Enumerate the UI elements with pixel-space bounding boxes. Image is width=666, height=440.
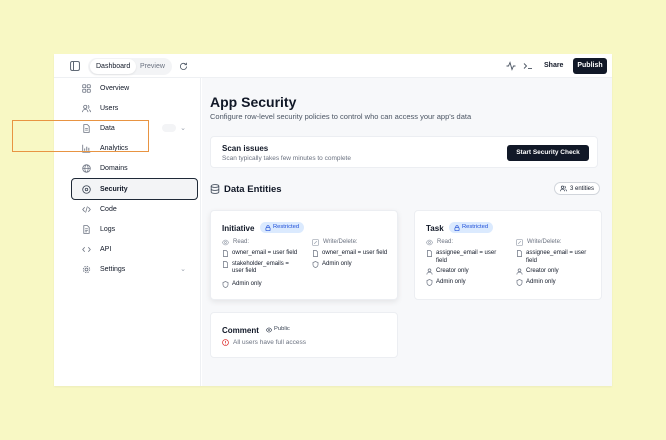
doc-icon: [516, 250, 523, 257]
alert-circle-icon: [222, 339, 229, 346]
users-icon: [81, 103, 91, 113]
chevron-down-icon[interactable]: ⌄: [180, 124, 186, 132]
shield-icon: [222, 280, 229, 288]
code-icon: [81, 204, 91, 214]
user-icon: [426, 268, 433, 275]
sidebar-item-api[interactable]: API: [68, 239, 196, 259]
lock-icon: [454, 224, 460, 231]
app-window: Dashboard Preview Share Publish Overview…: [54, 54, 612, 386]
eye-icon: [266, 327, 272, 333]
database-icon: [210, 184, 220, 194]
restricted-badge: Restricted: [260, 222, 305, 233]
entity-card-comment[interactable]: Comment Public All users have full acces…: [210, 312, 398, 358]
data-entities-heading: Data Entities: [210, 182, 282, 196]
terminal-icon[interactable]: [521, 59, 535, 73]
entity-card-initiative[interactable]: Initiative Restricted Read: owner_email …: [210, 210, 398, 300]
doc-icon: [312, 250, 319, 257]
sidebar-item-label: Overview: [100, 84, 130, 92]
shield-icon: [426, 278, 433, 286]
user-icon: [516, 268, 523, 275]
main-content: App Security Configure row-level securit…: [202, 78, 612, 386]
entity-name: Comment: [222, 326, 259, 335]
edit-icon: [516, 238, 523, 246]
doc-icon: [426, 250, 433, 257]
lock-icon: [265, 224, 271, 231]
access-warning: All users have full access: [222, 339, 306, 346]
api-icon: [81, 244, 91, 254]
sidebar-item-label: Code: [100, 205, 117, 213]
sidebar-item-label: Users: [100, 104, 119, 112]
grid-icon: [81, 83, 91, 93]
scan-subtitle: Scan typically takes few minutes to comp…: [222, 155, 351, 162]
sidebar-item-label: Domains: [100, 164, 128, 172]
activity-icon[interactable]: [504, 59, 518, 73]
share-button[interactable]: Share: [540, 58, 567, 74]
publish-button[interactable]: Publish: [573, 58, 607, 74]
page-title: App Security: [210, 94, 297, 110]
sidebar-item-label: API: [100, 245, 112, 253]
restricted-badge: Restricted: [449, 222, 494, 233]
sidebar-item-overview[interactable]: Overview: [68, 78, 196, 98]
shield-icon: [516, 278, 523, 286]
gear-icon: [81, 264, 91, 274]
start-security-check-button[interactable]: Start Security Check: [507, 145, 589, 161]
globe-icon: [81, 163, 91, 173]
public-badge: Public: [261, 324, 295, 335]
security-highlight-frame: [12, 120, 149, 152]
read-permissions: Read: assignee_email = user field Creato…: [426, 237, 506, 286]
sidebar-item-security[interactable]: Security: [71, 178, 198, 200]
write-permissions: Write/Delete: owner_email = user field A…: [312, 237, 392, 268]
shield-icon: [312, 260, 319, 268]
write-permissions: Write/Delete: assignee_email = user fiel…: [516, 237, 596, 286]
chevron-down-icon[interactable]: ⌄: [180, 265, 186, 273]
read-permissions: Read: owner_email = user field stakehold…: [222, 237, 302, 288]
doc-icon: [222, 260, 229, 268]
edit-icon: [312, 238, 319, 246]
sidebar-item-label: Settings: [100, 265, 126, 273]
scan-card: Scan issues Scan typically takes few min…: [210, 136, 598, 168]
sidebar-item-settings[interactable]: Settings ⌄: [68, 259, 196, 279]
scan-title: Scan issues: [222, 144, 269, 153]
sidebar-item-logs[interactable]: Logs: [68, 219, 196, 239]
eye-icon: [222, 239, 229, 246]
sidebar-item-code[interactable]: Code: [68, 199, 196, 219]
entity-card-task[interactable]: Task Restricted Read: assignee_email = u…: [414, 210, 602, 300]
tab-preview[interactable]: Preview: [134, 59, 171, 74]
refresh-icon[interactable]: [176, 59, 190, 73]
sidebar-item-label: Security: [100, 185, 128, 193]
eye-icon: [426, 239, 433, 246]
sidebar-item-label: Logs: [100, 225, 116, 233]
entity-name: Initiative: [222, 224, 255, 233]
entity-name: Task: [426, 224, 444, 233]
doc-icon: [81, 224, 91, 234]
top-bar: Dashboard Preview Share Publish: [54, 54, 612, 78]
entities-count-badge: 3 entities: [554, 182, 600, 195]
page-subtitle: Configure row-level security policies to…: [210, 112, 472, 121]
shield-icon: [81, 184, 91, 194]
view-switcher: Dashboard Preview: [88, 58, 172, 75]
users-icon: [560, 185, 567, 192]
data-toggle-placeholder: [162, 124, 176, 132]
tab-dashboard[interactable]: Dashboard: [90, 59, 137, 74]
sidebar-item-users[interactable]: Users: [68, 98, 196, 118]
doc-icon: [222, 250, 229, 257]
sidebar-item-domains[interactable]: Domains: [68, 158, 196, 178]
sidebar-toggle-icon[interactable]: [68, 59, 82, 73]
